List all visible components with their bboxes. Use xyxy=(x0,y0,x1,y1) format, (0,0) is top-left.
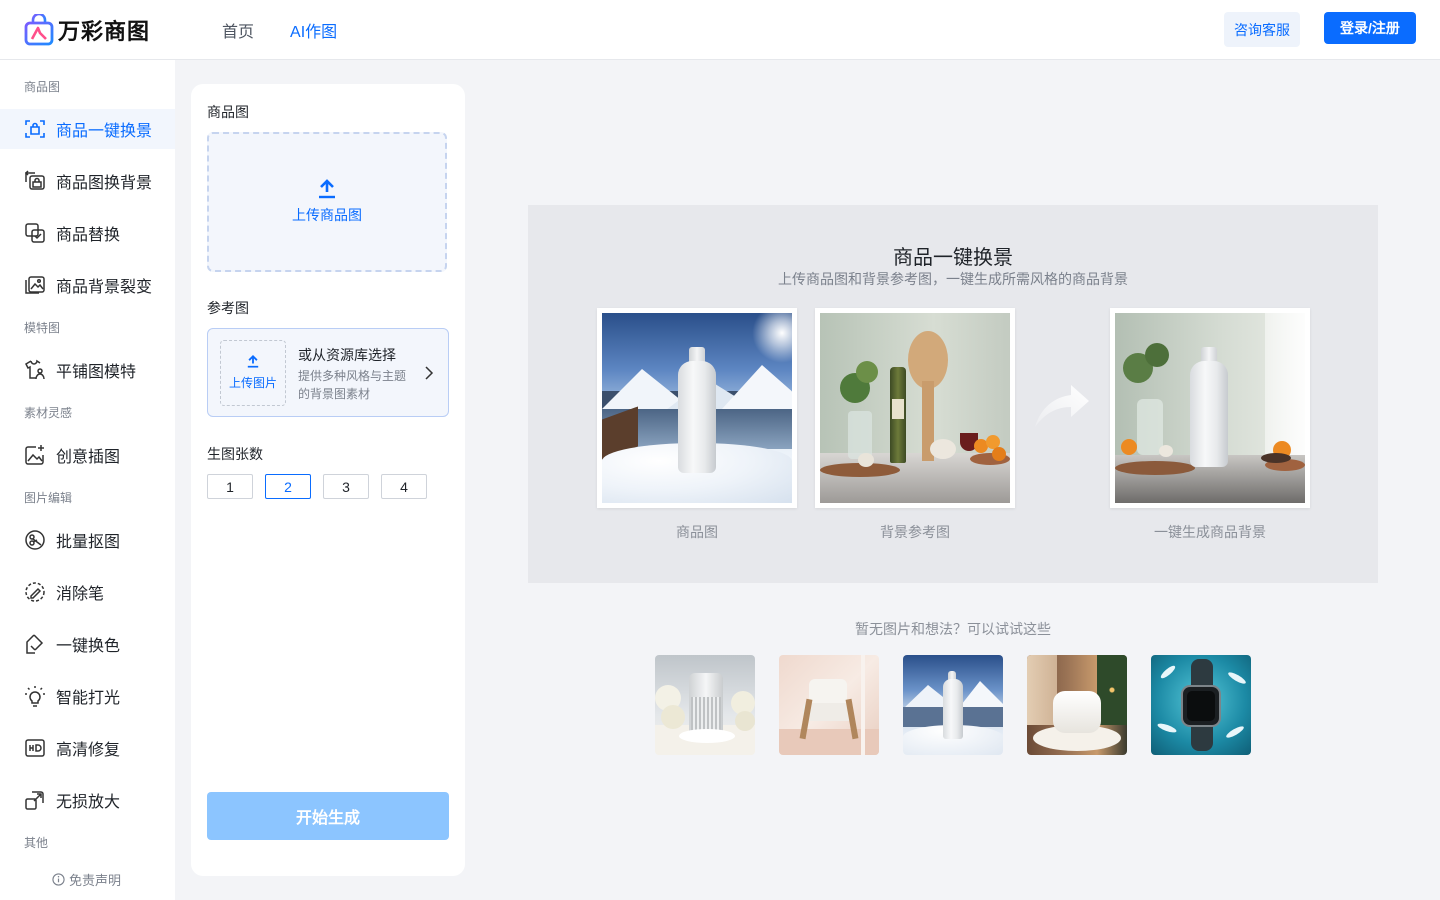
upload-reference-label: 上传图片 xyxy=(228,376,277,390)
sidebar-item-smart-lighting[interactable]: 智能打光 xyxy=(0,676,175,716)
bulb-icon xyxy=(24,685,46,707)
sidebar-item-eraser[interactable]: 消除笔 xyxy=(0,572,175,612)
nav-ai-drawing[interactable]: AI作图 xyxy=(290,18,337,42)
sidebar-item-label: 商品替换 xyxy=(56,227,121,244)
product-image-label: 商品图 xyxy=(207,104,249,120)
sample-armchair[interactable] xyxy=(779,655,879,755)
sidebar-item-label: 智能打光 xyxy=(56,690,121,707)
sidebar-item-lossless-upscale[interactable]: 无损放大 xyxy=(0,780,175,820)
sidebar-item-creative-illustration[interactable]: 创意插图 xyxy=(0,435,175,475)
sidebar-item-label: 商品背景裂变 xyxy=(56,279,153,296)
sidebar-item-label: 高清修复 xyxy=(56,742,121,759)
reference-image-picker: 上传图片 或从资源库选择 提供多种风格与主题的背景图素材 xyxy=(207,328,449,417)
showcase-subtitle: 上传商品图和背景参考图，一键生成所需风格的商品背景 xyxy=(778,271,1128,287)
sidebar-item-flat-lay-model[interactable]: 平铺图模特 xyxy=(0,350,175,390)
start-generate-button[interactable]: 开始生成 xyxy=(207,792,449,840)
brand-logo[interactable]: 万彩商图 xyxy=(24,12,151,46)
library-select-title[interactable]: 或从资源库选择 xyxy=(298,345,396,365)
image-count-selector: 1 2 3 4 xyxy=(207,474,427,499)
sample-pillow-christmas[interactable] xyxy=(1027,655,1127,755)
sparkle-image-icon xyxy=(24,444,46,466)
image-swap-icon xyxy=(24,170,46,192)
sidebar-item-product-scene-swap[interactable]: 商品一键换景 xyxy=(0,109,175,149)
count-option-1[interactable]: 1 xyxy=(207,474,253,499)
showcase-title: 商品一键换景 xyxy=(893,247,1013,269)
config-panel: 商品图 上传商品图 参考图 上传图片 或从资源库选择 提供多种风格与主题的背景图… xyxy=(191,84,465,876)
sidebar-item-product-replace[interactable]: 商品替换 xyxy=(0,213,175,253)
sidebar: 商品图 商品一键换景 商品图换背景 商品替换 商品背景裂变 模特图 平铺图模特 … xyxy=(0,60,175,900)
sidebar-item-label: 商品图换背景 xyxy=(56,175,153,192)
upload-icon xyxy=(319,179,335,199)
sample-speaker-roses[interactable] xyxy=(655,655,755,755)
count-option-4[interactable]: 4 xyxy=(381,474,427,499)
upload-product-dropzone[interactable]: 上传商品图 xyxy=(207,132,447,272)
sample-smartwatch-feathers[interactable] xyxy=(1151,655,1251,755)
upload-icon xyxy=(247,355,259,368)
tshirt-model-icon xyxy=(24,359,46,381)
shopping-bag-logo-icon xyxy=(24,12,54,46)
chevron-right-icon[interactable] xyxy=(424,365,434,381)
samples-title: 暂无图片和想法？可以试试这些 xyxy=(855,621,1051,637)
sidebar-item-label: 一键换色 xyxy=(56,638,121,655)
disclaimer-link[interactable]: 免责声明 xyxy=(52,870,121,889)
count-option-3[interactable]: 3 xyxy=(323,474,369,499)
example-generated-image xyxy=(1110,308,1310,508)
nav-home[interactable]: 首页 xyxy=(222,18,254,42)
consult-service-button[interactable]: 咨询客服 xyxy=(1224,12,1300,47)
example-product-image xyxy=(597,308,797,508)
hd-icon xyxy=(24,737,46,759)
brand-name: 万彩商图 xyxy=(58,19,151,44)
sidebar-item-batch-cutout[interactable]: 批量抠图 xyxy=(0,520,175,560)
product-replace-icon xyxy=(24,222,46,244)
caption-reference: 背景参考图 xyxy=(880,524,950,540)
sidebar-item-label: 商品一键换景 xyxy=(56,123,153,140)
sidebar-group-product: 商品图 xyxy=(24,80,61,94)
sidebar-group-model: 模特图 xyxy=(24,321,61,335)
sidebar-item-product-bg-swap[interactable]: 商品图换背景 xyxy=(0,161,175,201)
sidebar-item-label: 平铺图模特 xyxy=(56,364,137,381)
sidebar-item-product-bg-variants[interactable]: 商品背景裂变 xyxy=(0,265,175,305)
sample-bottle-snow[interactable] xyxy=(903,655,1003,755)
cutout-icon xyxy=(24,529,46,551)
sidebar-item-label: 消除笔 xyxy=(56,586,105,603)
info-icon xyxy=(52,873,65,886)
example-reference-image xyxy=(815,308,1015,508)
top-header: 万彩商图 首页 AI作图 咨询客服 登录/注册 xyxy=(0,0,1440,60)
main-nav: 首页 AI作图 xyxy=(222,18,337,42)
disclaimer-label: 免责声明 xyxy=(69,873,122,888)
caption-product: 商品图 xyxy=(676,524,718,540)
scan-product-icon xyxy=(24,118,46,140)
reference-image-label: 参考图 xyxy=(207,300,249,316)
library-select-desc: 提供多种风格与主题的背景图素材 xyxy=(298,369,407,401)
caption-generated: 一键生成商品背景 xyxy=(1154,524,1266,540)
sidebar-item-label: 无损放大 xyxy=(56,794,121,811)
color-swap-icon xyxy=(24,633,46,655)
arrow-right-icon xyxy=(1035,385,1089,427)
login-register-button[interactable]: 登录/注册 xyxy=(1324,12,1416,44)
sidebar-item-color-swap[interactable]: 一键换色 xyxy=(0,624,175,664)
feature-showcase: 商品一键换景 上传商品图和背景参考图，一键生成所需风格的商品背景 商品图 背景参… xyxy=(528,205,1378,583)
sidebar-item-label: 创意插图 xyxy=(56,449,121,466)
eraser-pen-icon xyxy=(24,581,46,603)
sidebar-item-label: 批量抠图 xyxy=(56,534,121,551)
upload-reference-button[interactable]: 上传图片 xyxy=(220,340,286,406)
sidebar-group-inspiration: 素材灵感 xyxy=(24,406,73,420)
count-option-2[interactable]: 2 xyxy=(265,474,311,499)
image-variants-icon xyxy=(24,274,46,296)
image-count-label: 生图张数 xyxy=(207,446,263,462)
sidebar-group-image-edit: 图片编辑 xyxy=(24,491,73,505)
sidebar-group-other: 其他 xyxy=(24,836,49,850)
sidebar-item-hd-repair[interactable]: 高清修复 xyxy=(0,728,175,768)
upload-product-label: 上传商品图 xyxy=(292,207,362,223)
expand-icon xyxy=(24,789,46,811)
